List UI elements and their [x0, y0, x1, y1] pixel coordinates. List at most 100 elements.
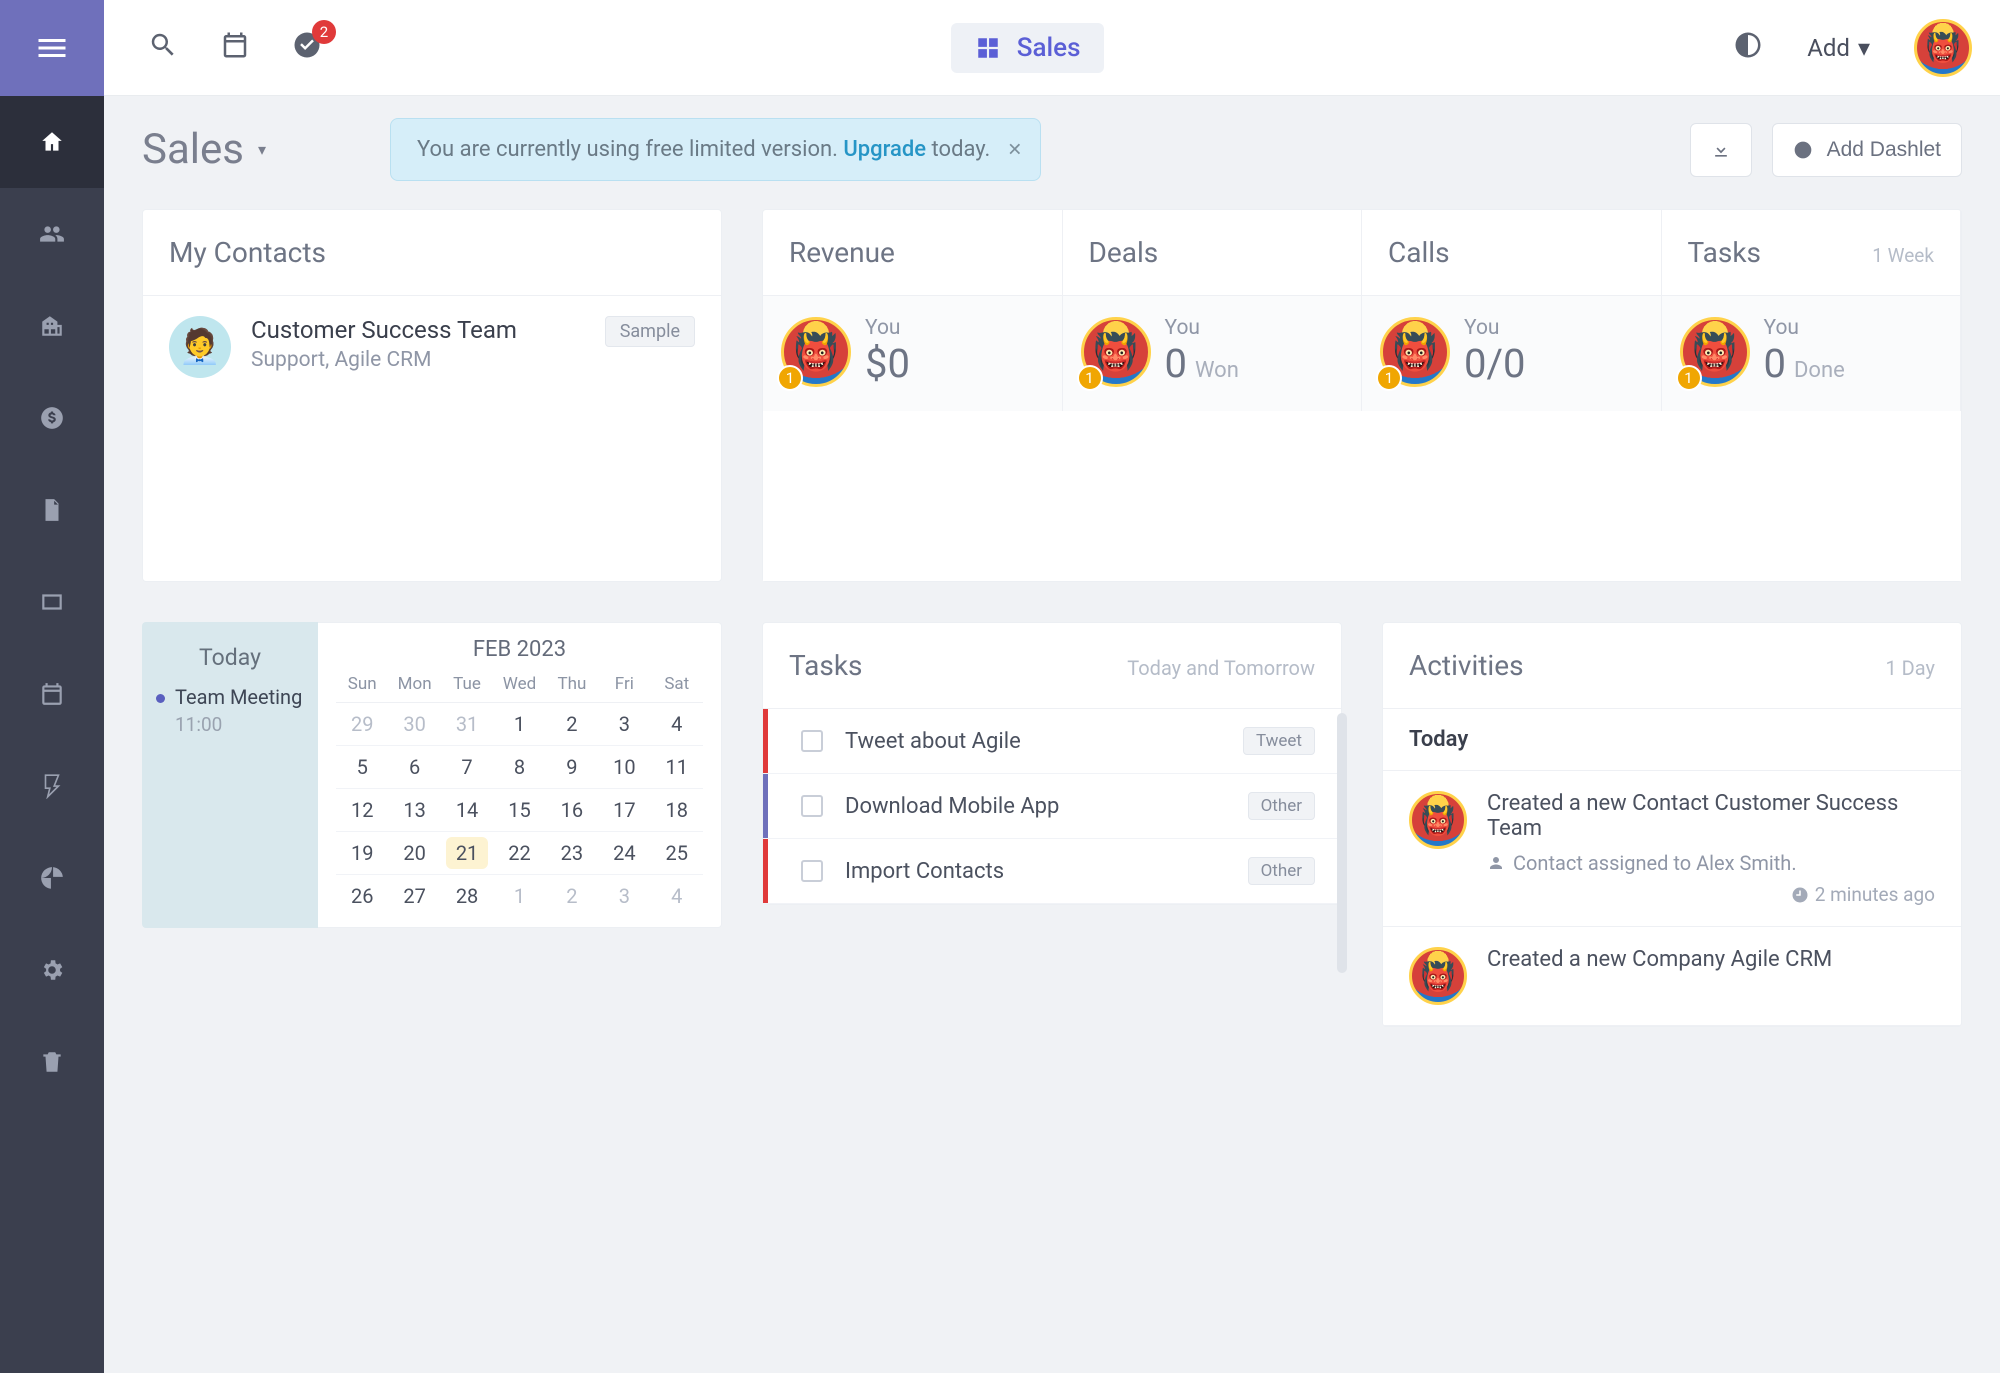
calendar-day[interactable]: 2: [546, 875, 598, 918]
stat-unit: Done: [1794, 358, 1845, 383]
task-checkbox[interactable]: [801, 795, 823, 817]
stat-deals: 1 You0Won: [1063, 296, 1363, 411]
calendar-day[interactable]: 26: [336, 875, 388, 918]
calendar-day[interactable]: 13: [388, 789, 440, 832]
page-title: Sales: [142, 125, 244, 174]
calendar-day[interactable]: 12: [336, 789, 388, 832]
calendar-day[interactable]: 2: [546, 703, 598, 746]
stat-calls: 1 You0/0: [1362, 296, 1662, 411]
calendar-day[interactable]: 18: [651, 789, 703, 832]
calendar-day[interactable]: 16: [546, 789, 598, 832]
add-dashlet-button[interactable]: Add Dashlet: [1772, 123, 1962, 177]
task-checkbox[interactable]: [801, 730, 823, 752]
calendar-day[interactable]: 22: [493, 832, 545, 875]
calendar-day[interactable]: 11: [651, 746, 703, 789]
contact-meta: Support, Agile CRM: [251, 348, 585, 372]
calendar-day[interactable]: 14: [441, 789, 493, 832]
sidebar-item-reports[interactable]: [0, 832, 104, 924]
calendar-day[interactable]: 1: [493, 875, 545, 918]
user-avatar: [1409, 947, 1467, 1005]
calendar-day[interactable]: 27: [388, 875, 440, 918]
sidebar-item-activities[interactable]: [0, 740, 104, 832]
contact-row[interactable]: 🧑‍💼 Customer Success Team Support, Agile…: [169, 316, 695, 378]
task-checkbox[interactable]: [801, 860, 823, 882]
calendar-day[interactable]: 10: [598, 746, 650, 789]
sidebar-item-contacts[interactable]: [0, 188, 104, 280]
rank-badge: 1: [777, 365, 803, 391]
upgrade-link[interactable]: Upgrade: [843, 137, 926, 162]
activity-row[interactable]: Created a new Contact Customer Success T…: [1383, 771, 1961, 927]
calendar-day[interactable]: 21: [441, 832, 493, 875]
task-row[interactable]: Import ContactsOther: [763, 839, 1341, 904]
calendar-day[interactable]: 20: [388, 832, 440, 875]
add-menu-label: Add: [1807, 34, 1850, 62]
tasks-icon[interactable]: 2: [292, 30, 322, 65]
calendar-grid[interactable]: SunMonTueWedThuFriSat 293031123456789101…: [336, 670, 703, 917]
calendar-day[interactable]: 4: [651, 875, 703, 918]
stat-head-deals: Deals: [1063, 210, 1363, 296]
calendar-day[interactable]: 28: [441, 875, 493, 918]
rank-badge: 1: [1077, 365, 1103, 391]
calendar-day[interactable]: 9: [546, 746, 598, 789]
calendar-icon[interactable]: [220, 30, 250, 65]
task-label: Tweet about Agile: [845, 729, 1221, 754]
calendar-day[interactable]: 7: [441, 746, 493, 789]
calendar-event[interactable]: Team Meeting: [156, 685, 304, 709]
sidebar-item-trash[interactable]: [0, 1016, 104, 1108]
activity-row[interactable]: Created a new Company Agile CRM: [1383, 927, 1961, 1026]
calendar-day[interactable]: 4: [651, 703, 703, 746]
close-icon[interactable]: ✕: [1007, 139, 1022, 160]
calendar-day[interactable]: 31: [441, 703, 493, 746]
add-dashlet-label: Add Dashlet: [1827, 138, 1941, 162]
activity-text: Created a new Company Agile CRM: [1487, 947, 1935, 972]
calendar-day[interactable]: 30: [388, 703, 440, 746]
sidebar-item-cases[interactable]: [0, 556, 104, 648]
sidebar-item-documents[interactable]: [0, 464, 104, 556]
calendar-day[interactable]: 17: [598, 789, 650, 832]
scrollbar[interactable]: [1337, 713, 1347, 973]
sidebar-item-home[interactable]: [0, 96, 104, 188]
tab-sales[interactable]: Sales: [951, 23, 1105, 73]
task-row[interactable]: Download Mobile AppOther: [763, 774, 1341, 839]
task-tag: Other: [1248, 792, 1315, 820]
stat-value: 0: [1165, 340, 1187, 387]
sidebar-item-companies[interactable]: [0, 280, 104, 372]
calendar-day[interactable]: 25: [651, 832, 703, 875]
page-title-dropdown[interactable]: Sales ▾: [142, 125, 266, 174]
calendar-day[interactable]: 6: [388, 746, 440, 789]
menu-toggle[interactable]: [0, 0, 104, 96]
sidebar-item-calendar[interactable]: [0, 648, 104, 740]
calendar-day[interactable]: 1: [493, 703, 545, 746]
calendar-day[interactable]: 5: [336, 746, 388, 789]
stat-head-tasks: Tasks1 Week: [1662, 210, 1962, 296]
event-title: Team Meeting: [175, 685, 302, 709]
alert-suffix: today.: [926, 137, 990, 162]
calendar-day[interactable]: 29: [336, 703, 388, 746]
calendar-card: Today Team Meeting 11:00 FEB 2023 SunMon…: [142, 622, 722, 928]
headset-icon: 🧑‍💼: [169, 316, 231, 378]
download-button[interactable]: [1690, 123, 1752, 177]
calendar-day[interactable]: 3: [598, 875, 650, 918]
user-avatar[interactable]: [1914, 19, 1972, 77]
sidebar-item-deals[interactable]: [0, 372, 104, 464]
calendar-day[interactable]: 24: [598, 832, 650, 875]
activities-card: Activities 1 Day Today Created a new Con…: [1382, 622, 1962, 1027]
calendar-day[interactable]: 23: [546, 832, 598, 875]
contact-tag: Sample: [605, 316, 695, 347]
calendar-day[interactable]: 3: [598, 703, 650, 746]
stat-head-calls: Calls: [1362, 210, 1662, 296]
theme-toggle-icon[interactable]: [1733, 30, 1763, 65]
search-icon[interactable]: [148, 30, 178, 65]
task-row[interactable]: Tweet about AgileTweet: [763, 709, 1341, 774]
calendar-day[interactable]: 8: [493, 746, 545, 789]
person-icon: [1487, 854, 1505, 872]
calendar-day[interactable]: 15: [493, 789, 545, 832]
download-icon: [1711, 140, 1731, 160]
chevron-down-icon: ▾: [258, 140, 266, 159]
tasks-title: Tasks: [789, 649, 863, 682]
calendar-day[interactable]: 19: [336, 832, 388, 875]
you-label: You: [1464, 316, 1525, 340]
you-label: You: [865, 316, 910, 340]
add-menu[interactable]: Add ▾: [1807, 34, 1870, 62]
sidebar-item-settings[interactable]: [0, 924, 104, 1016]
